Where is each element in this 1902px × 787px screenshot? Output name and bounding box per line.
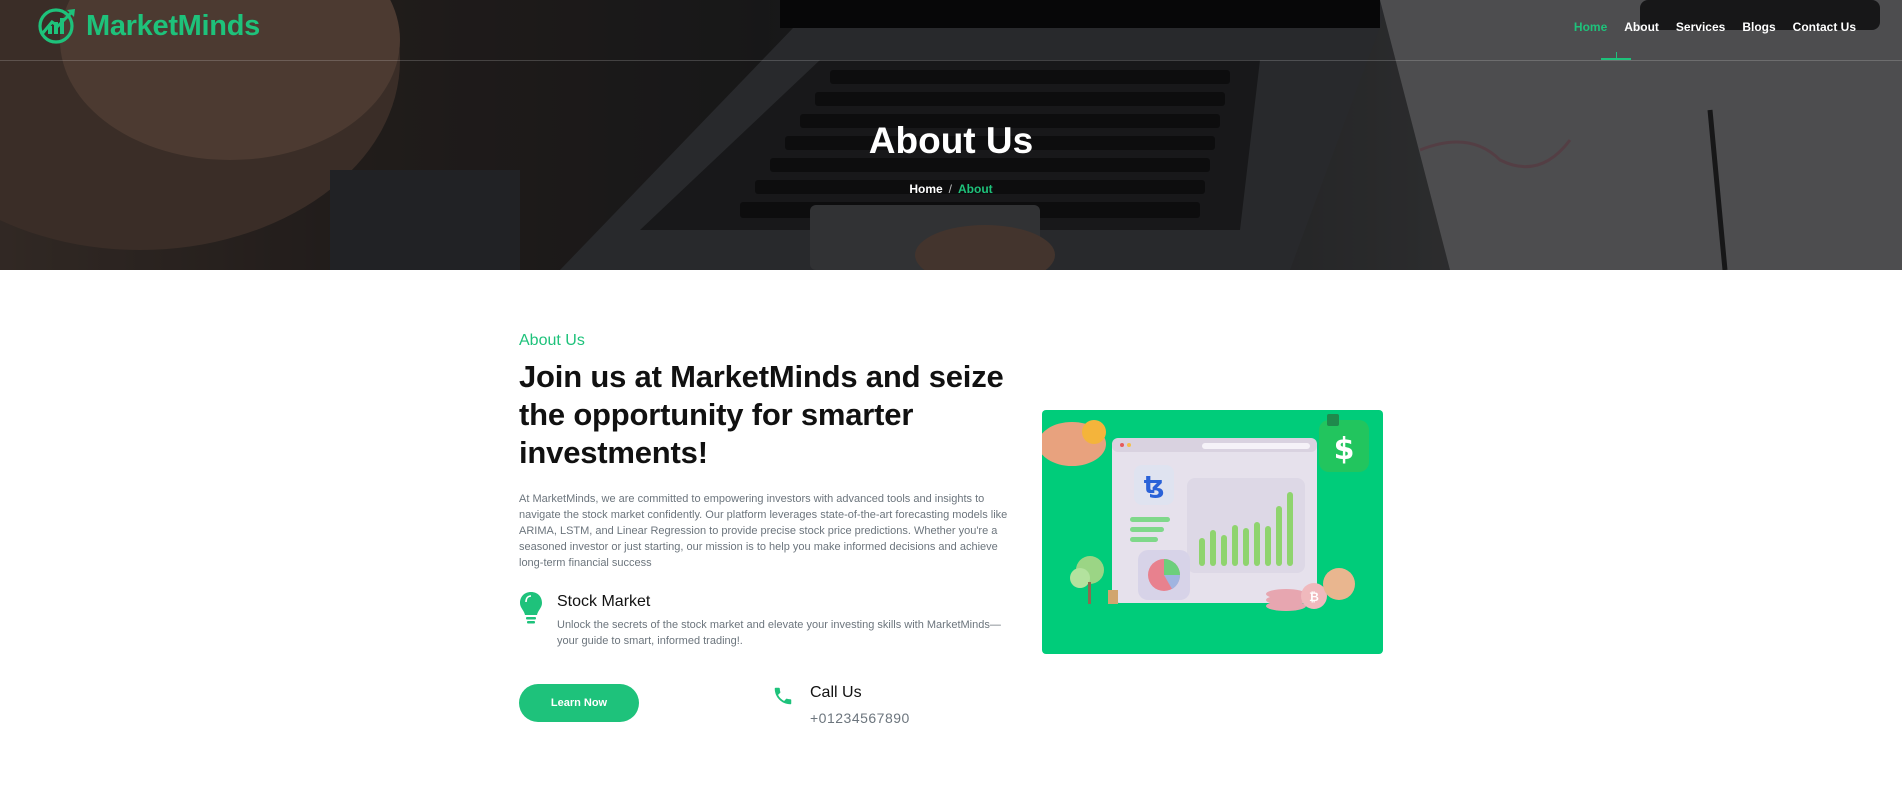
- section-eyebrow: About Us: [519, 332, 585, 349]
- lightbulb-icon: [520, 592, 542, 624]
- nav-links: Home About Services Blogs Contact Us: [1574, 20, 1856, 38]
- feature-title: Stock Market: [557, 593, 651, 610]
- phone-icon: [774, 687, 792, 705]
- call-text: Call Us +01234567890: [810, 684, 910, 726]
- about-description: At MarketMinds, we are committed to empo…: [519, 493, 1008, 569]
- breadcrumb-separator: /: [948, 182, 953, 196]
- feature-description: Unlock the secrets of the stock market a…: [557, 619, 1001, 647]
- breadcrumb-current: About: [958, 182, 993, 196]
- nav-item-home[interactable]: Home: [1574, 20, 1607, 38]
- breadcrumb-home[interactable]: Home: [909, 182, 942, 196]
- investment-dashboard-illustration: ꜩ ₿ $: [1042, 414, 1369, 611]
- call-us-block: Call Us +01234567890: [772, 684, 910, 726]
- learn-now-button[interactable]: Learn Now: [519, 684, 639, 722]
- growth-chart-logo-icon: [38, 8, 75, 44]
- about-heading: Join us at MarketMinds and seize the opp…: [519, 359, 1004, 470]
- about-content: About Us Join us at MarketMinds and seiz…: [519, 332, 1013, 649]
- hero-banner: MarketMinds Home About Services Blogs Co…: [0, 0, 1902, 270]
- breadcrumb: Home / About: [0, 182, 1902, 196]
- feature-stock-market: Stock Market Unlock the secrets of the s…: [519, 591, 1013, 649]
- top-navbar: MarketMinds Home About Services Blogs Co…: [0, 0, 1902, 61]
- brand-name: MarketMinds: [86, 9, 260, 42]
- active-nav-indicator: [1601, 58, 1631, 60]
- about-illustration: ꜩ ₿ $: [1042, 410, 1383, 654]
- svg-text:$: $: [1334, 432, 1355, 467]
- active-nav-indicator-tick: [1616, 52, 1617, 58]
- nav-item-services[interactable]: Services: [1676, 20, 1725, 38]
- feature-text: Stock Market Unlock the secrets of the s…: [557, 591, 1013, 649]
- nav-item-blogs[interactable]: Blogs: [1742, 20, 1775, 38]
- nav-item-about[interactable]: About: [1624, 20, 1659, 38]
- nav-item-contact-us[interactable]: Contact Us: [1793, 20, 1856, 38]
- svg-text:ꜩ: ꜩ: [1144, 471, 1165, 499]
- svg-text:₿: ₿: [1309, 590, 1319, 604]
- brand[interactable]: MarketMinds: [34, 4, 260, 48]
- call-number[interactable]: +01234567890: [810, 710, 910, 726]
- page-title: About Us: [868, 120, 1034, 161]
- call-title: Call Us: [810, 684, 862, 701]
